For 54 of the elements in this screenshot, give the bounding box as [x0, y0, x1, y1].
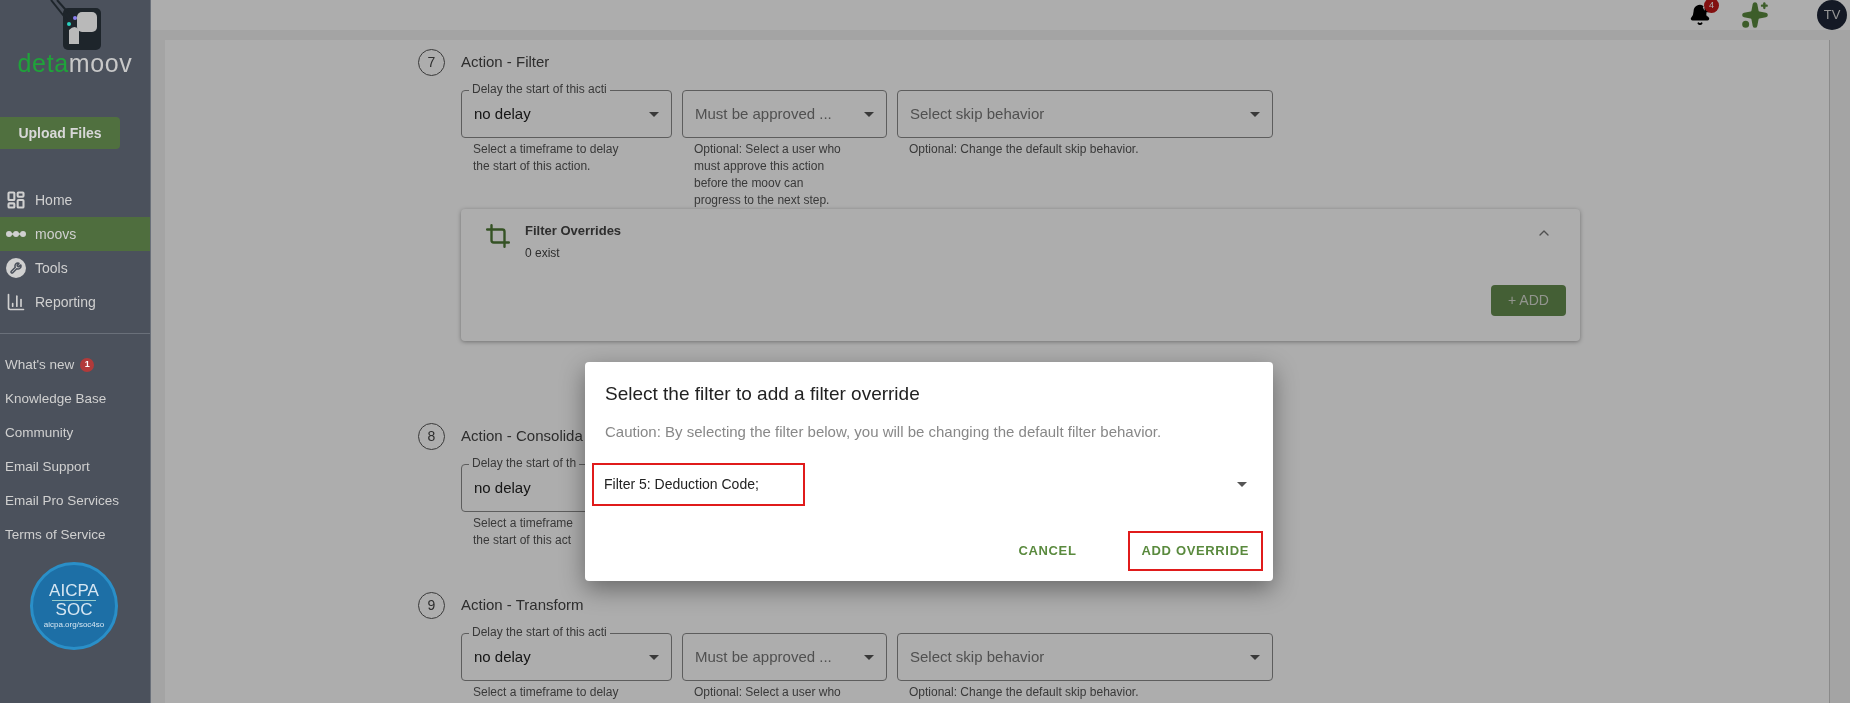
nav-item[interactable]: Tools	[0, 251, 150, 285]
notification-bell-icon[interactable]	[1689, 4, 1711, 26]
nav-item[interactable]: moovs	[0, 217, 150, 251]
sidebar-link[interactable]: Knowledge Base	[5, 388, 107, 410]
dialog-caution: Caution: By selecting the filter below, you will be changing the default filter behavior.	[605, 421, 1163, 442]
user-avatar[interactable]: TV	[1817, 0, 1847, 30]
notification-badge: 4	[1704, 0, 1719, 13]
field-label: Delay the start of th	[469, 456, 580, 470]
logo-icon	[47, 0, 103, 52]
sparkles-icon[interactable]	[1741, 1, 1769, 29]
step-title: Action - Transform	[461, 594, 584, 615]
nav-item[interactable]: Reporting	[0, 285, 150, 319]
caret-icon	[1250, 111, 1260, 117]
helper-text: Optional: Change the default skip behavior.	[908, 684, 1140, 701]
upload-files-button[interactable]: Upload Files	[0, 117, 120, 149]
dialog-button[interactable]: CANCEL	[1004, 531, 1091, 571]
logo-text: detamoov	[17, 50, 133, 76]
select-field[interactable]: Must be approved ...	[682, 633, 887, 681]
nav-item[interactable]: Home	[0, 183, 150, 217]
count-badge: 1	[80, 358, 95, 372]
caret-icon	[649, 654, 659, 660]
helper-text: Optional: Change the default skip behavior.	[908, 141, 1140, 158]
caret-icon	[1250, 654, 1260, 660]
sidebar-link[interactable]: Email Pro Services	[5, 490, 120, 512]
dashboard-icon	[6, 190, 26, 210]
certification-seal: AICPA SOC aicpa.org/soc4so	[30, 562, 118, 650]
overrides-count: 0 exist	[525, 244, 561, 262]
caret-icon	[864, 111, 874, 117]
bar-chart-icon	[6, 292, 26, 312]
step-title: Action - Filter	[461, 51, 550, 72]
dialog-button[interactable]: ADD OVERRIDE	[1127, 531, 1263, 571]
step-title: Action - Consolida	[461, 425, 583, 446]
field-label: Delay the start of this acti	[469, 82, 610, 96]
sidebar-link[interactable]: Email Support	[5, 456, 90, 478]
crop-icon	[485, 223, 511, 249]
sidebar-link[interactable]: What's new	[5, 354, 75, 376]
dropdown-caret-icon	[1237, 482, 1247, 487]
helper-text: Optional: Select a user who	[693, 684, 842, 701]
select-field[interactable]: Must be approved ...	[682, 90, 887, 138]
select-field[interactable]: Select skip behavior	[897, 90, 1273, 138]
helper-text: Select a timeframe the start of this act	[472, 515, 575, 549]
caret-icon	[864, 654, 874, 660]
sidebar-link[interactable]: Community	[5, 422, 74, 444]
wrench-icon	[6, 258, 26, 278]
helper-text: Select a timeframe to delay the start of this action.	[472, 141, 620, 175]
select-field[interactable]: Select skip behavior	[897, 633, 1273, 681]
connected-dots-icon	[6, 230, 26, 238]
sidebar-link[interactable]: Terms of Service	[5, 524, 106, 546]
field-label: Delay the start of this acti	[469, 625, 610, 639]
dialog-title: Select the filter to add a filter override	[605, 382, 921, 406]
overrides-title: Filter Overrides	[525, 222, 622, 240]
helper-text: Select a timeframe to delay	[472, 684, 620, 701]
helper-text: Optional: Select a user who must approve this action before the moov can progress to the next step.	[693, 141, 842, 209]
caret-icon	[649, 111, 659, 117]
